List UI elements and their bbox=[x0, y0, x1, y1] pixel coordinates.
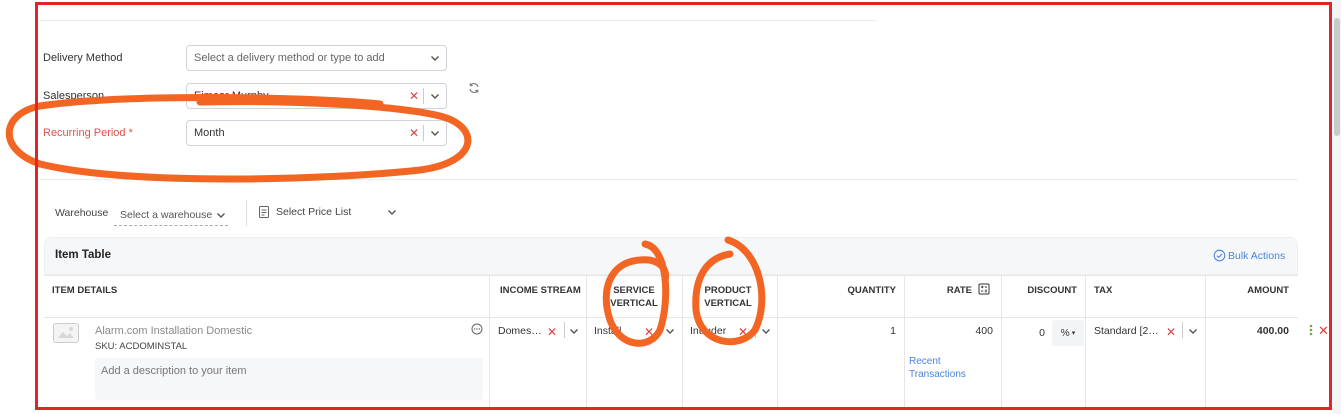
warehouse-select[interactable]: Select a warehouse bbox=[114, 204, 228, 226]
chevron-down-icon[interactable] bbox=[385, 205, 399, 219]
chevron-down-icon[interactable] bbox=[428, 126, 442, 140]
recurring-period-select[interactable]: Month ✕ bbox=[186, 120, 447, 146]
column-header-quantity: QUANTITY bbox=[847, 285, 896, 296]
column-header-discount: DISCOUNT bbox=[1027, 285, 1077, 296]
service-vertical-value[interactable]: Install bbox=[594, 325, 621, 337]
item-description-input[interactable]: Add a description to your item bbox=[95, 358, 483, 400]
row-menu-icon[interactable] bbox=[1308, 323, 1314, 337]
warehouse-placeholder: Select a warehouse bbox=[120, 208, 213, 221]
item-name[interactable]: Alarm.com Installation Domestic bbox=[95, 325, 252, 337]
column-divider bbox=[1085, 275, 1086, 410]
select-separator bbox=[1182, 322, 1183, 338]
caret-down-icon: ▾ bbox=[1071, 330, 1076, 337]
service-vertical-line-2: VERTICAL bbox=[610, 298, 658, 309]
product-vertical-line-2: VERTICAL bbox=[704, 298, 752, 309]
price-list-select[interactable]: Select Price List bbox=[276, 206, 351, 218]
delivery-method-select[interactable]: Select a delivery method or type to add bbox=[186, 45, 447, 71]
column-divider bbox=[1001, 275, 1002, 410]
chevron-down-icon[interactable] bbox=[428, 51, 442, 65]
column-header-item-details: ITEM DETAILS bbox=[52, 285, 118, 296]
column-divider bbox=[682, 275, 683, 410]
calculator-icon[interactable] bbox=[978, 283, 990, 295]
salesperson-select[interactable]: Eimear Murphy ✕ bbox=[186, 83, 447, 109]
chevron-down-icon[interactable] bbox=[1186, 324, 1200, 338]
clear-product-vertical-icon[interactable]: ✕ bbox=[738, 325, 748, 339]
page-scrollbar-thumb[interactable] bbox=[1334, 18, 1340, 136]
clear-income-stream-icon[interactable]: ✕ bbox=[547, 325, 557, 339]
product-vertical-line-1: PRODUCT bbox=[704, 285, 752, 296]
column-header-amount: AMOUNT bbox=[1247, 285, 1289, 296]
column-divider bbox=[489, 275, 490, 410]
section-divider bbox=[40, 179, 1298, 180]
amount-value: 400.00 bbox=[1256, 325, 1289, 337]
check-circle-icon[interactable] bbox=[1213, 249, 1226, 262]
chevron-down-icon[interactable] bbox=[567, 324, 581, 338]
clear-recurring-period-icon[interactable]: ✕ bbox=[407, 126, 421, 140]
column-header-rate: RATE bbox=[946, 285, 972, 296]
tax-value[interactable]: Standard [2… bbox=[1094, 325, 1159, 337]
item-table-header bbox=[44, 237, 1298, 275]
rate-input[interactable]: 400 bbox=[912, 325, 993, 337]
income-stream-value[interactable]: Domes… bbox=[498, 325, 542, 337]
chevron-down-icon[interactable] bbox=[759, 324, 773, 338]
column-header-income-stream: INCOME STREAM bbox=[500, 285, 581, 296]
item-image-placeholder-icon[interactable] bbox=[53, 323, 79, 343]
chevron-down-icon[interactable] bbox=[214, 208, 228, 222]
item-sku: SKU: ACDOMINSTAL bbox=[95, 341, 188, 352]
clear-service-vertical-icon[interactable]: ✕ bbox=[644, 325, 654, 339]
select-separator bbox=[423, 88, 424, 104]
recurring-period-value: Month bbox=[194, 127, 225, 139]
column-header-service-vertical: SERVICE VERTICAL bbox=[596, 284, 672, 310]
salesperson-label: Salesperson bbox=[43, 90, 105, 102]
service-vertical-line-1: SERVICE bbox=[613, 285, 655, 296]
remove-row-icon[interactable]: ✕ bbox=[1318, 323, 1329, 339]
bulk-actions-link[interactable]: Bulk Actions bbox=[1228, 250, 1285, 262]
refresh-icon[interactable] bbox=[467, 81, 481, 95]
delivery-method-label: Delivery Method bbox=[43, 52, 123, 64]
select-separator bbox=[423, 125, 424, 141]
column-header-product-vertical: PRODUCT VERTICAL bbox=[690, 284, 766, 310]
column-divider bbox=[586, 275, 587, 410]
salesperson-value: Eimear Murphy bbox=[194, 90, 269, 102]
column-header-tax: TAX bbox=[1094, 285, 1113, 296]
discount-unit-value: % bbox=[1060, 327, 1070, 339]
top-divider bbox=[40, 20, 876, 21]
warehouse-label: Warehouse bbox=[55, 207, 109, 219]
recent-transactions-link[interactable]: Recent Transactions bbox=[909, 355, 966, 381]
more-options-icon[interactable] bbox=[471, 323, 483, 335]
delivery-method-placeholder: Select a delivery method or type to add bbox=[194, 52, 385, 64]
chevron-down-icon[interactable] bbox=[663, 324, 677, 338]
column-divider bbox=[904, 275, 905, 410]
recurring-period-label: Recurring Period * bbox=[43, 127, 133, 139]
discount-unit-dropdown[interactable]: % ▾ bbox=[1052, 320, 1084, 346]
item-table-title: Item Table bbox=[55, 249, 112, 261]
price-list-icon bbox=[258, 205, 270, 219]
recent-transactions-line-2: Transactions bbox=[909, 369, 966, 380]
product-vertical-value[interactable]: Intruder bbox=[690, 325, 726, 337]
toolbar-separator bbox=[246, 200, 247, 226]
clear-salesperson-icon[interactable]: ✕ bbox=[407, 89, 421, 103]
column-divider bbox=[1205, 275, 1206, 410]
select-separator bbox=[564, 322, 565, 338]
column-divider bbox=[777, 275, 778, 410]
chevron-down-icon[interactable] bbox=[428, 89, 442, 103]
quantity-input[interactable]: 1 bbox=[800, 325, 896, 337]
select-separator bbox=[755, 322, 756, 338]
clear-tax-icon[interactable]: ✕ bbox=[1166, 325, 1176, 339]
recent-transactions-line-1: Recent bbox=[909, 356, 941, 367]
discount-input[interactable]: 0 bbox=[1010, 327, 1045, 339]
